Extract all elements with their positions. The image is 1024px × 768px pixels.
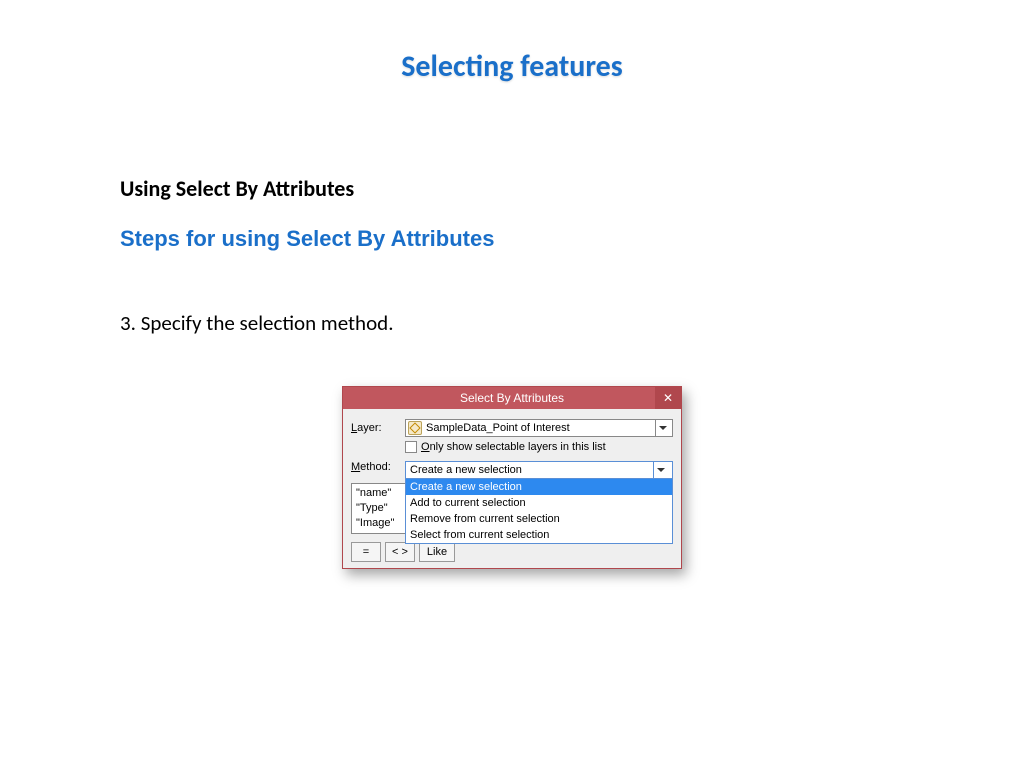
heading-steps: Steps for using Select By Attributes <box>120 226 904 252</box>
method-dropdown-list: Create a new selection Add to current se… <box>405 479 673 544</box>
not-equals-button[interactable]: < > <box>385 542 415 562</box>
close-icon: ✕ <box>663 392 673 404</box>
dialog-title: Select By Attributes <box>460 391 564 405</box>
select-by-attributes-dialog: Select By Attributes ✕ Layer: SampleData… <box>342 386 682 569</box>
method-option[interactable]: Add to current selection <box>406 495 672 511</box>
field-item[interactable]: "name" <box>356 486 410 501</box>
field-item[interactable]: "Image" <box>356 516 410 531</box>
like-button[interactable]: Like <box>419 542 455 562</box>
close-button[interactable]: ✕ <box>655 387 681 409</box>
method-dropdown[interactable]: Create a new selection <box>405 461 673 479</box>
layer-icon <box>408 421 422 435</box>
layer-dropdown[interactable]: SampleData_Point of Interest <box>405 419 673 437</box>
field-item[interactable]: "Type" <box>356 501 410 516</box>
method-label: Method: <box>351 461 405 473</box>
layer-label: Layer: <box>351 422 405 434</box>
step-text: 3. Specify the selection method. <box>120 310 904 336</box>
layer-value: SampleData_Point of Interest <box>426 422 653 434</box>
heading-using-select-by-attributes: Using Select By Attributes <box>120 175 904 202</box>
expression-box[interactable] <box>463 542 673 562</box>
equals-button[interactable]: = <box>351 542 381 562</box>
dialog-titlebar: Select By Attributes ✕ <box>343 387 681 409</box>
method-option[interactable]: Select from current selection <box>406 527 672 543</box>
page-title: Selecting features <box>0 0 1024 85</box>
method-option[interactable]: Remove from current selection <box>406 511 672 527</box>
method-option[interactable]: Create a new selection <box>406 479 672 495</box>
only-selectable-label: Only show selectable layers in this list <box>421 441 606 453</box>
method-value: Create a new selection <box>410 464 651 476</box>
chevron-down-icon <box>653 462 668 478</box>
chevron-down-icon <box>655 420 670 436</box>
only-selectable-checkbox[interactable] <box>405 441 417 453</box>
